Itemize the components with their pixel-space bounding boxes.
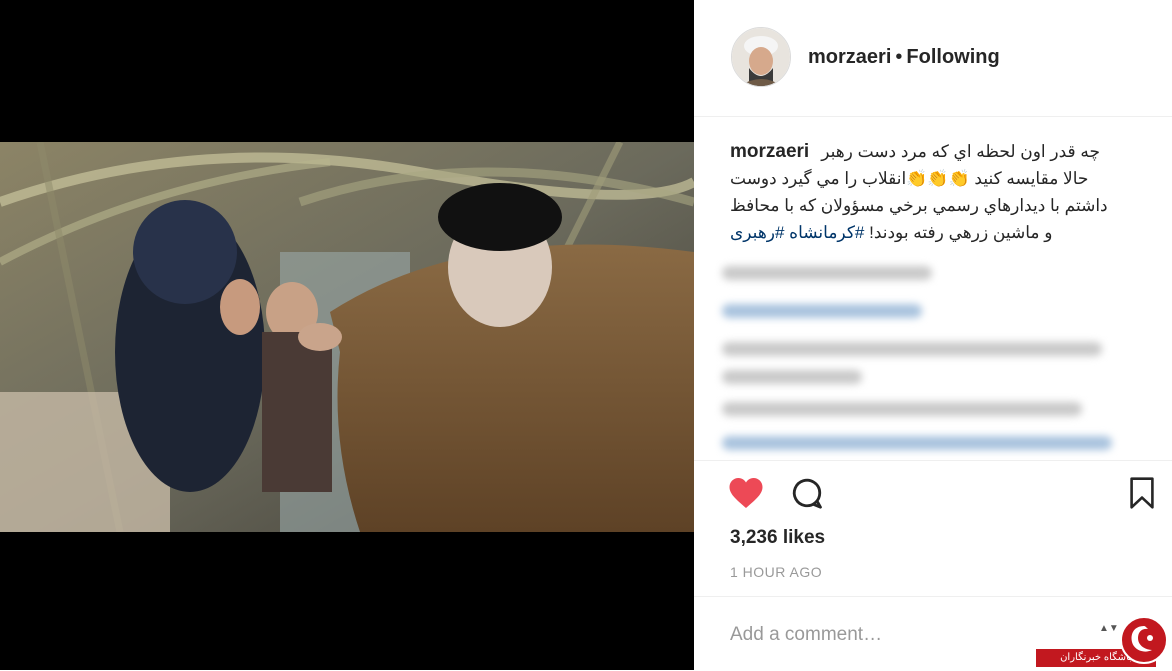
likes-count[interactable]: 3,236 likes xyxy=(730,527,825,549)
bookmark-icon[interactable] xyxy=(1129,477,1155,514)
blurred-comments xyxy=(722,258,1122,460)
avatar-image xyxy=(732,28,790,86)
comment-icon[interactable] xyxy=(790,476,824,515)
watermark-logo: باشگاه خبرنگاران xyxy=(1036,616,1172,670)
photo-scene xyxy=(0,142,694,532)
header-text: morzaeri • Following xyxy=(808,46,1000,69)
header-separator: • xyxy=(895,46,903,68)
caption-username[interactable]: morzaeri xyxy=(730,138,809,165)
heart-icon[interactable] xyxy=(728,476,764,515)
blurred-line xyxy=(722,402,1082,416)
following-button[interactable]: Following xyxy=(906,46,999,68)
post-time[interactable]: 1 HOUR AGO xyxy=(730,564,822,580)
avatar[interactable] xyxy=(731,27,791,87)
media-panel xyxy=(0,0,694,670)
actions-bar xyxy=(694,460,1172,531)
post-photo[interactable] xyxy=(0,142,694,532)
blurred-line xyxy=(722,436,1112,450)
caption: morzaeri چه قدر اون لحظه اي که مرد دست ر… xyxy=(730,138,1110,246)
post-sidebar: morzaeri • Following morzaeri چه قدر اون ل… xyxy=(694,0,1172,670)
blurred-line xyxy=(722,342,1102,356)
caption-hashtags[interactable]: #کرمانشاه #رهبری xyxy=(730,223,864,242)
blurred-line xyxy=(722,266,932,280)
blurred-line xyxy=(722,370,862,384)
header-username[interactable]: morzaeri xyxy=(808,46,891,68)
blurred-line xyxy=(722,304,922,318)
watermark-icon xyxy=(1120,616,1168,664)
comment-input[interactable]: Add a comment… xyxy=(730,624,882,646)
